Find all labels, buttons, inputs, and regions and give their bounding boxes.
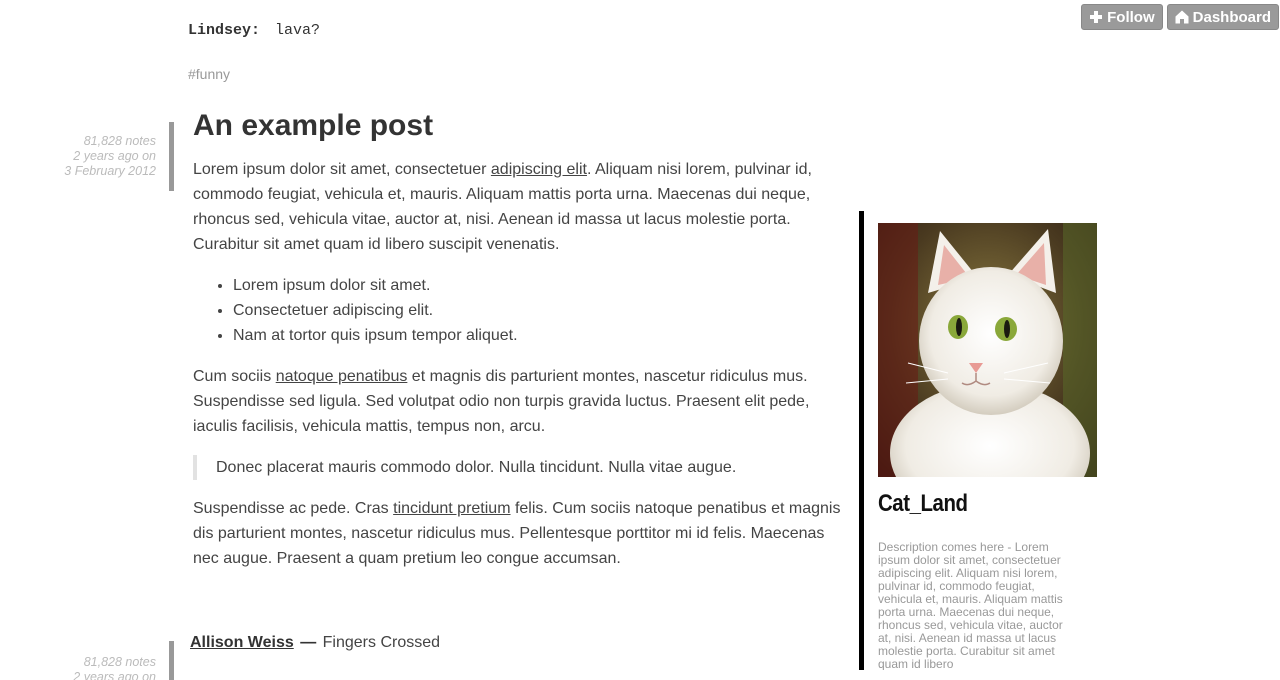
follow-label: Follow [1107, 8, 1155, 26]
dashboard-label: Dashboard [1192, 8, 1271, 26]
artist-link[interactable]: Allison Weiss [190, 634, 294, 651]
notes-count[interactable]: 81,828 notes [16, 134, 156, 149]
blockquote: Donec placerat mauris commodo dolor. Nul… [193, 455, 848, 480]
sidebar: Cat_Land Description comes here - Lorem … [859, 211, 1099, 670]
chat-line: Lindsey: lava? [188, 22, 320, 39]
post-age: 2 years ago on [73, 149, 156, 163]
post-meta: 81,828 notes 2 years ago on [16, 655, 156, 680]
meta-divider [169, 122, 174, 191]
inline-link[interactable]: natoque penatibus [276, 368, 408, 385]
top-controls: Follow Dashboard [1081, 4, 1279, 30]
list-item: Nam at tortor quis ipsum tempor aliquet. [233, 323, 848, 348]
post-body: Lorem ipsum dolor sit amet, consectetuer… [193, 157, 848, 587]
chat-speaker: Lindsey: [188, 22, 261, 39]
chat-text: lava? [275, 22, 321, 39]
list-item: Lorem ipsum dolor sit amet. [233, 273, 848, 298]
song-title: Fingers Crossed [322, 634, 441, 651]
home-icon [1175, 10, 1189, 24]
paragraph: Lorem ipsum dolor sit amet, consectetuer… [193, 161, 812, 253]
bullet-list: Lorem ipsum dolor sit amet. Consectetuer… [193, 273, 848, 348]
avatar[interactable] [878, 223, 1097, 477]
list-item: Consectetuer adipiscing elit. [233, 298, 848, 323]
post-meta: 81,828 notes 2 years ago on 3 February 2… [16, 134, 156, 179]
inline-link[interactable]: adipiscing elit [491, 161, 587, 178]
paragraph: Cum sociis natoque penatibus et magnis d… [193, 368, 810, 435]
paragraph: Suspendisse ac pede. Cras tincidunt pret… [193, 500, 841, 567]
cat-photo-icon [878, 223, 1097, 477]
post-date[interactable]: 3 February 2012 [16, 164, 156, 179]
post-age: 2 years ago on [73, 670, 156, 680]
plus-icon [1089, 10, 1103, 24]
meta-divider [169, 641, 174, 680]
dashboard-button[interactable]: Dashboard [1166, 4, 1279, 30]
blog-description: Description comes here - Lorem ipsum dol… [878, 540, 1063, 671]
audio-post-line: Allison Weiss — Fingers Crossed [190, 634, 440, 652]
follow-button[interactable]: Follow [1081, 4, 1163, 30]
post-title: An example post [193, 109, 434, 142]
notes-count[interactable]: 81,828 notes [16, 655, 156, 670]
separator: — [300, 634, 317, 651]
blog-title[interactable]: Cat_Land [878, 490, 968, 518]
tag-link-funny[interactable]: #funny [188, 66, 230, 82]
inline-link[interactable]: tincidunt pretium [393, 500, 510, 517]
